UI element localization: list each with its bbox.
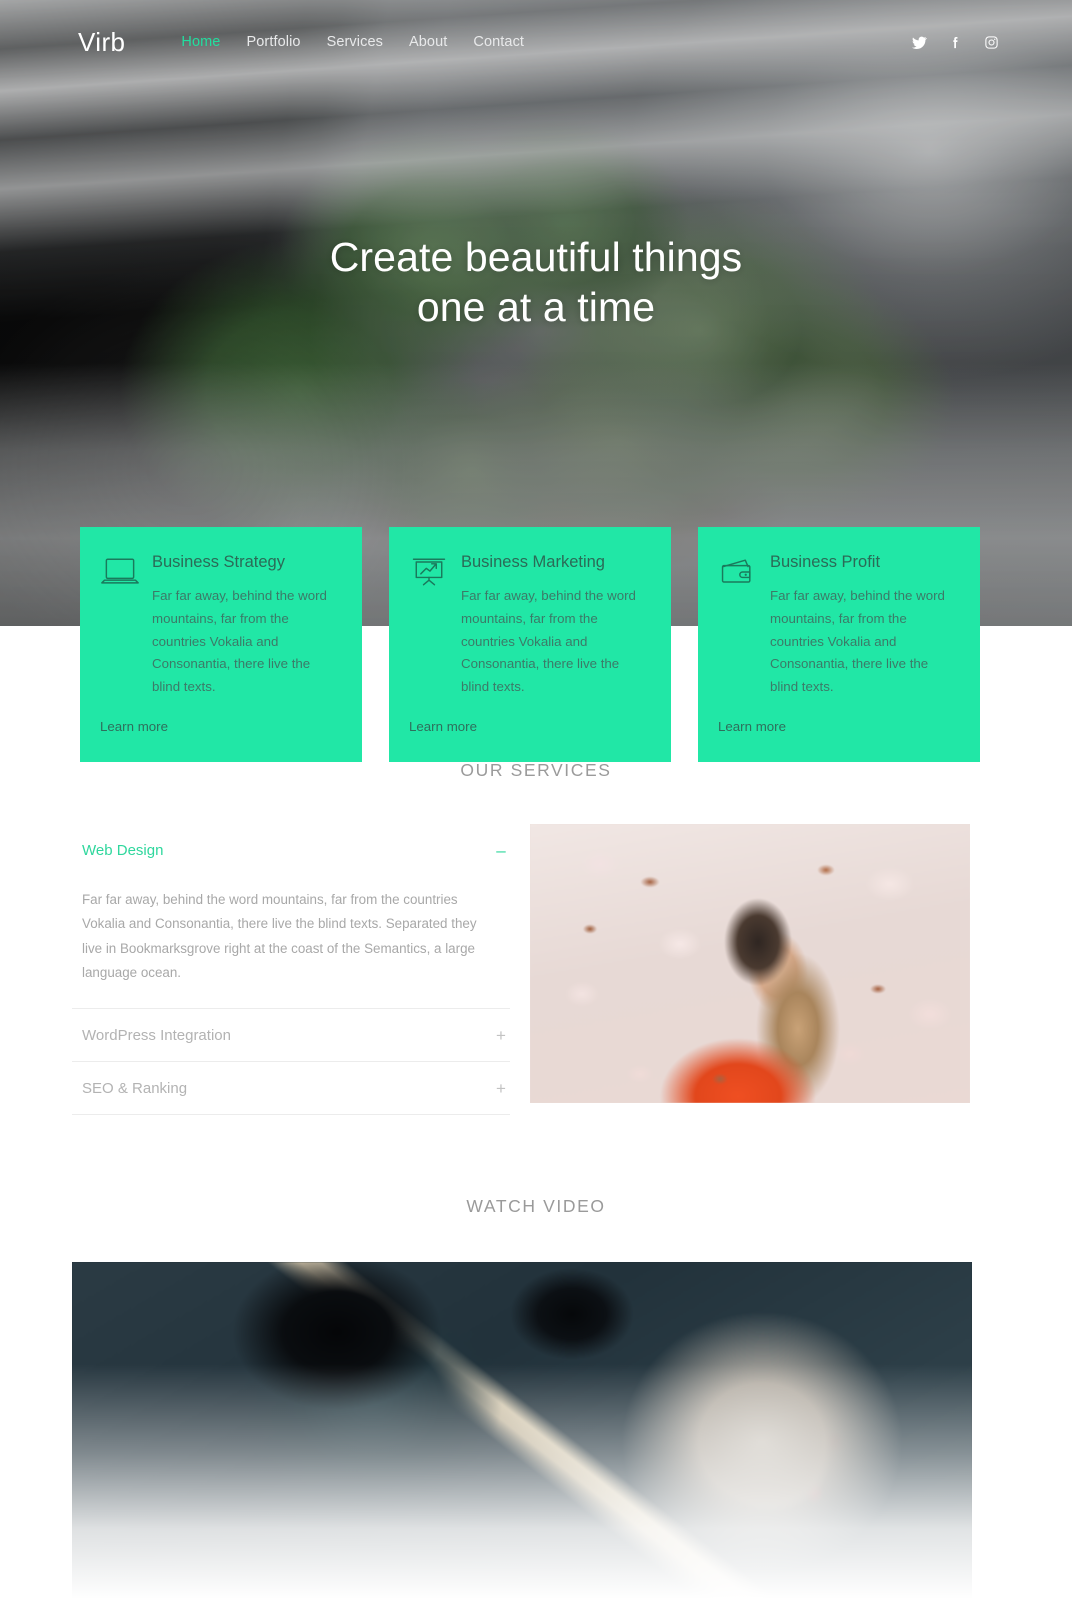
- facebook-icon[interactable]: [946, 33, 964, 51]
- watch-video-section: WATCH VIDEO: [0, 1196, 1072, 1599]
- nav-item-home[interactable]: Home: [181, 34, 220, 50]
- accordion-label: WordPress Integration: [82, 1026, 231, 1044]
- services-content: Web Design – Far far away, behind the wo…: [0, 824, 1072, 1115]
- instagram-icon[interactable]: [982, 33, 1000, 51]
- services-heading: OUR SERVICES: [460, 760, 612, 780]
- card-content: Business Profit Far far away, behind the…: [770, 553, 958, 699]
- accordion-header[interactable]: WordPress Integration +: [72, 1009, 510, 1061]
- feature-card-business-marketing[interactable]: Business Marketing Far far away, behind …: [389, 527, 671, 763]
- accordion-header[interactable]: SEO & Ranking +: [72, 1062, 510, 1114]
- nav-item-services[interactable]: Services: [327, 34, 383, 50]
- card-description: Far far away, behind the word mountains,…: [152, 587, 327, 695]
- services-section: OUR SERVICES Web Design – Far far away, …: [0, 760, 1072, 1115]
- accordion-label: SEO & Ranking: [82, 1079, 188, 1097]
- card-header: Business Profit Far far away, behind the…: [718, 553, 958, 699]
- photo-white-fade: [72, 1364, 972, 1599]
- accordion-item-seo-ranking[interactable]: SEO & Ranking + Far far away, behind the…: [72, 1062, 510, 1115]
- site-header: Virb Home Portfolio Services About Conta…: [0, 0, 1072, 84]
- nav-item-portfolio[interactable]: Portfolio: [246, 34, 300, 50]
- woman-cherry-blossom-photo: [530, 824, 970, 1103]
- card-header: Business Marketing Far far away, behind …: [409, 553, 649, 699]
- laptop-icon: [100, 553, 152, 594]
- landing-page: Virb Home Portfolio Services About Conta…: [0, 0, 1072, 1600]
- learn-more-link[interactable]: Learn more: [409, 719, 477, 734]
- nav-item-contact[interactable]: Contact: [473, 34, 524, 50]
- wallet-icon: [718, 553, 770, 594]
- card-title: Business Strategy: [152, 553, 285, 571]
- card-content: Business Marketing Far far away, behind …: [461, 553, 649, 699]
- card-content: Business Strategy Far far away, behind t…: [152, 553, 340, 699]
- twitter-icon[interactable]: [910, 33, 928, 51]
- card-description: Far far away, behind the word mountains,…: [461, 587, 636, 695]
- presentation-chart-icon: [409, 553, 461, 594]
- accordion-label: Web Design: [82, 842, 164, 859]
- accordion-item-wordpress-integration[interactable]: WordPress Integration + Far far away, be…: [72, 1009, 510, 1062]
- accordion-header[interactable]: Web Design –: [72, 824, 510, 876]
- card-title: Business Marketing: [461, 553, 605, 571]
- breakfast-bowl-photo[interactable]: [72, 1262, 972, 1599]
- plus-icon: +: [496, 1078, 506, 1098]
- card-description: Far far away, behind the word mountains,…: [770, 587, 945, 695]
- feature-card-business-profit[interactable]: Business Profit Far far away, behind the…: [698, 527, 980, 763]
- social-links: [910, 33, 1000, 51]
- accordion-panel: Far far away, behind the word mountains,…: [82, 892, 477, 981]
- main-navigation: Home Portfolio Services About Contact: [181, 34, 524, 50]
- nav-item-about[interactable]: About: [409, 34, 447, 50]
- feature-cards: Business Strategy Far far away, behind t…: [80, 527, 980, 763]
- hero-title-line-2: one at a time: [416, 284, 656, 331]
- page-title: Create beautiful things one at a time: [0, 232, 1072, 332]
- hero-title-line-1: Create beautiful things: [329, 234, 743, 280]
- services-accordion: Web Design – Far far away, behind the wo…: [72, 824, 510, 1115]
- card-header: Business Strategy Far far away, behind t…: [100, 553, 340, 699]
- plus-icon: +: [496, 1025, 506, 1045]
- minus-icon: –: [496, 841, 506, 860]
- feature-card-business-strategy[interactable]: Business Strategy Far far away, behind t…: [80, 527, 362, 763]
- watch-video-heading: WATCH VIDEO: [466, 1196, 606, 1216]
- card-title: Business Profit: [770, 553, 881, 571]
- hero-headline-block: Create beautiful things one at a time: [0, 232, 1072, 332]
- learn-more-link[interactable]: Learn more: [718, 719, 786, 734]
- learn-more-link[interactable]: Learn more: [100, 719, 168, 734]
- brand-logo[interactable]: Virb: [78, 29, 125, 55]
- accordion-item-web-design[interactable]: Web Design – Far far away, behind the wo…: [72, 824, 510, 1009]
